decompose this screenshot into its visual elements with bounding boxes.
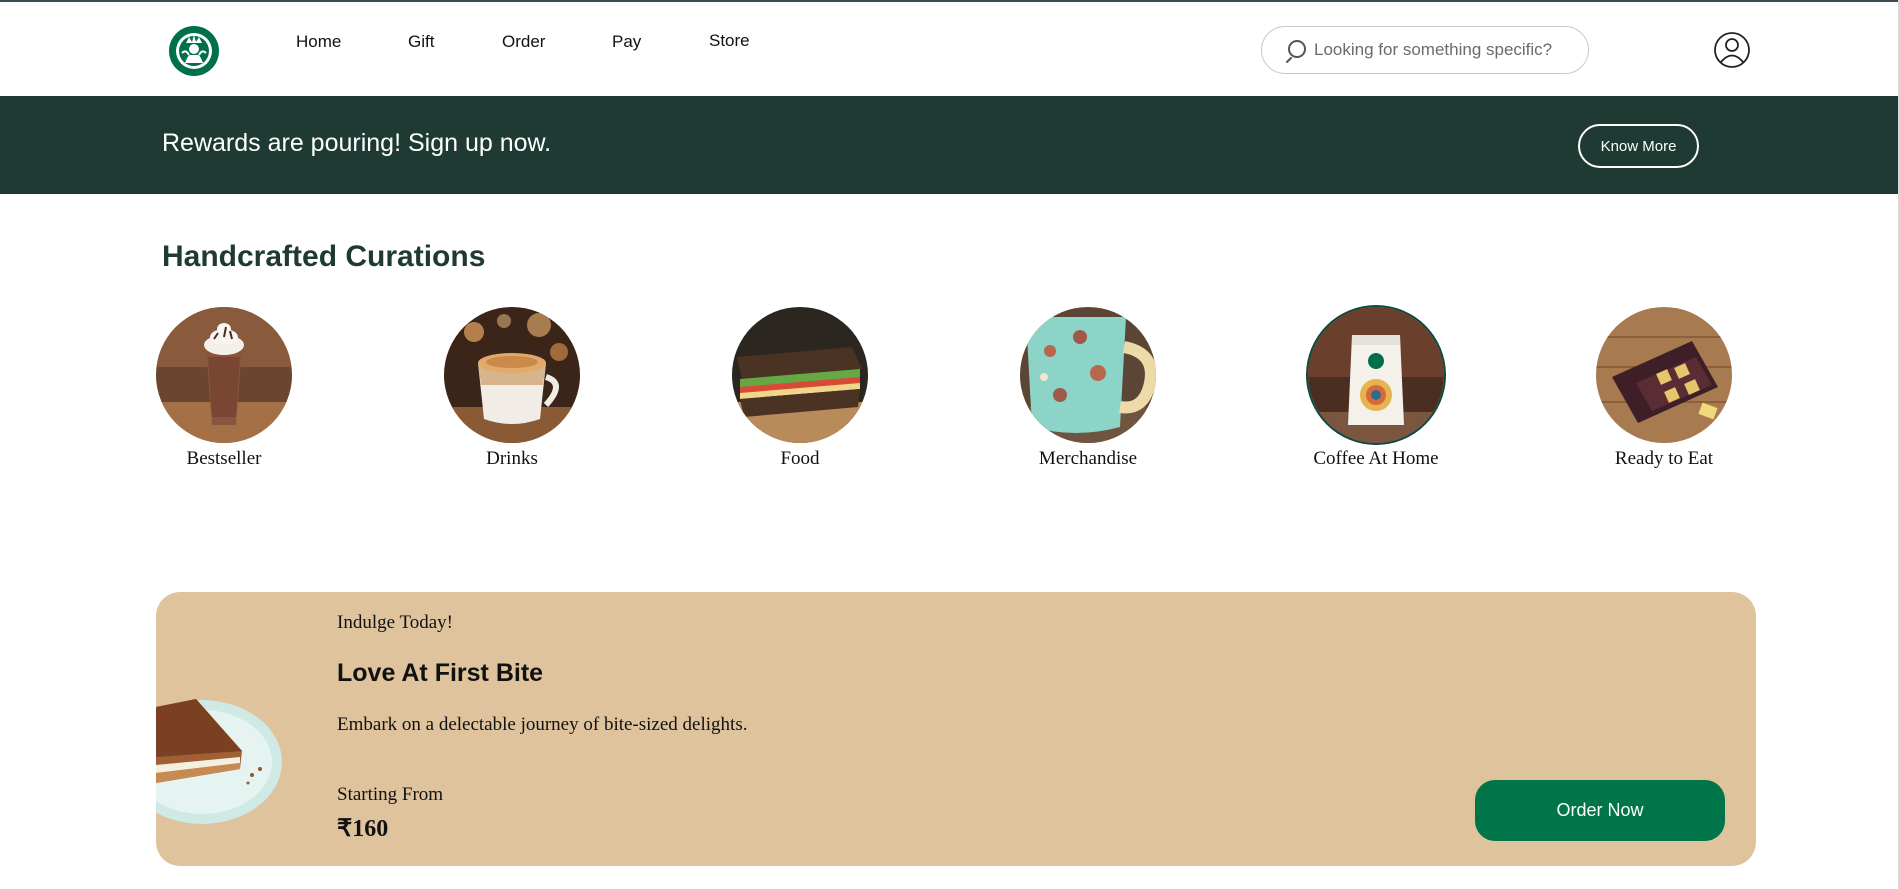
user-account-icon[interactable] [1713,31,1751,69]
nav-store[interactable]: Store [709,31,750,51]
price-label: Starting From [337,784,444,805]
food-image [732,307,868,443]
nav-order[interactable]: Order [502,32,545,52]
bestseller-image [156,307,292,443]
curation-label: Merchandise [1038,448,1138,469]
promo-description: Embark on a delectable journey of bite-s… [337,714,748,735]
section-title: Handcrafted Curations [162,240,486,273]
search-box[interactable] [1261,26,1589,74]
curation-label: Ready to Eat [1614,448,1714,469]
curation-label: Drinks [486,448,538,469]
price-value: ₹160 [337,816,389,842]
nav-home[interactable]: Home [296,32,341,52]
banner-text: Rewards are pouring! Sign up now. [162,129,552,157]
cake-image [156,699,282,824]
starbucks-logo-icon[interactable] [168,25,220,77]
nav-gift[interactable]: Gift [408,32,434,52]
nav-pay[interactable]: Pay [612,32,641,52]
site-header: Home Gift Order Pay Store [0,2,1900,96]
merchandise-image [1020,307,1156,443]
order-now-button[interactable]: Order Now [1475,780,1725,841]
promo-kicker: Indulge Today! [337,612,453,633]
promo-headline: Love At First Bite [337,659,544,687]
promo-card: Indulge Today! Love At First Bite Embark… [156,592,1756,866]
rewards-banner: Rewards are pouring! Sign up now. Know M… [0,96,1900,194]
coffee-at-home-image [1308,307,1444,443]
curation-label: Food [780,448,820,469]
know-more-button[interactable]: Know More [1578,124,1699,168]
search-input[interactable] [1314,35,1576,65]
curation-label: Coffee At Home [1313,448,1439,469]
ready-to-eat-image [1596,307,1732,443]
drinks-image [444,307,580,443]
search-icon [1286,40,1306,63]
curation-label: Bestseller [186,448,262,469]
